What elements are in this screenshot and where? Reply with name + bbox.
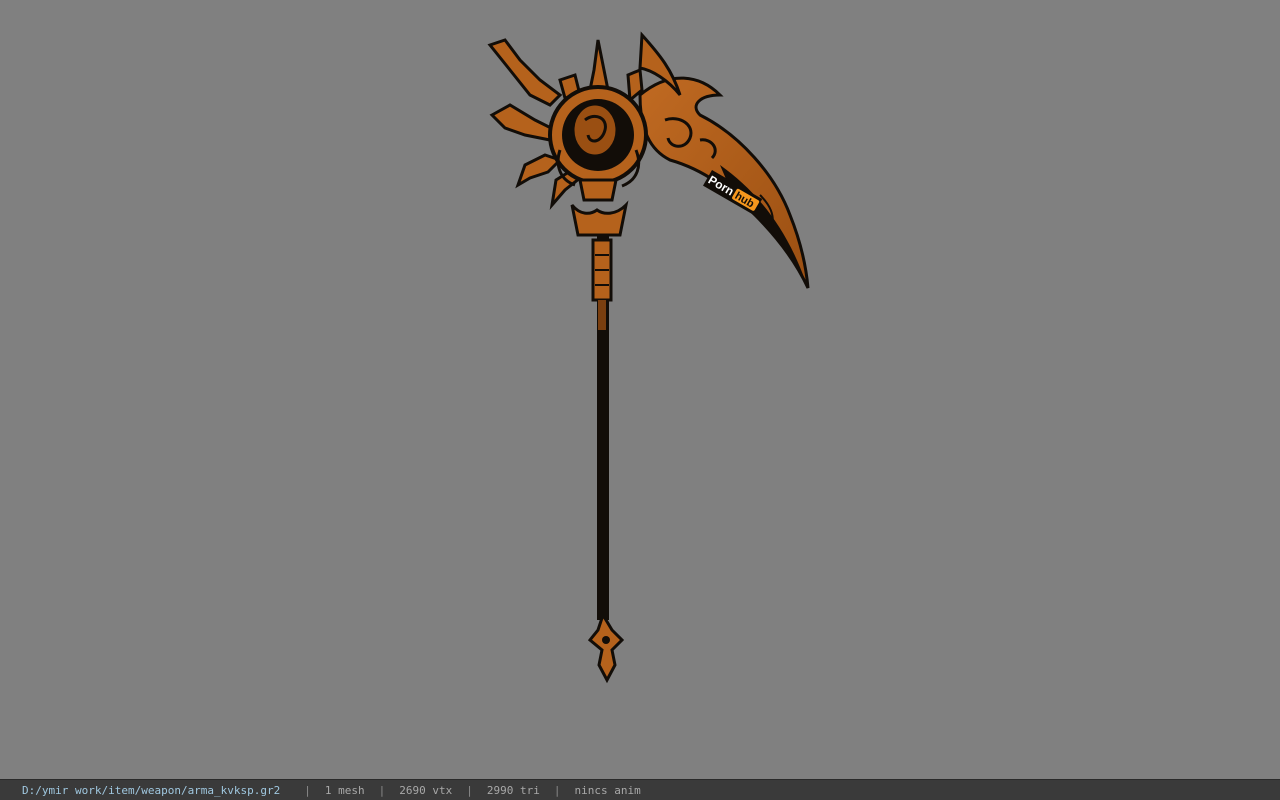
3d-viewport[interactable]: Porn hub bbox=[0, 0, 1280, 779]
animation-status: nincs anim bbox=[574, 783, 641, 797]
scythe-model[interactable]: Porn hub bbox=[0, 0, 1280, 779]
status-separator: | bbox=[304, 783, 311, 797]
file-path: D:/ymir work/item/weapon/arma_kvksp.gr2 bbox=[22, 783, 281, 797]
status-separator: | bbox=[378, 783, 386, 797]
status-separator: | bbox=[466, 783, 473, 797]
status-separator: | bbox=[553, 783, 561, 797]
mesh-count: 1 mesh bbox=[324, 783, 365, 797]
scythe-pommel bbox=[587, 611, 625, 684]
status-bar: D:/ymir work/item/weapon/arma_kvksp.gr2 … bbox=[0, 779, 1280, 800]
triangle-count: 2990 tri bbox=[486, 783, 540, 797]
scythe-blade bbox=[638, 31, 810, 289]
scythe-shaft bbox=[591, 230, 613, 620]
vertex-count: 2690 vtx bbox=[399, 783, 453, 797]
scythe-head-ornament bbox=[487, 38, 648, 237]
